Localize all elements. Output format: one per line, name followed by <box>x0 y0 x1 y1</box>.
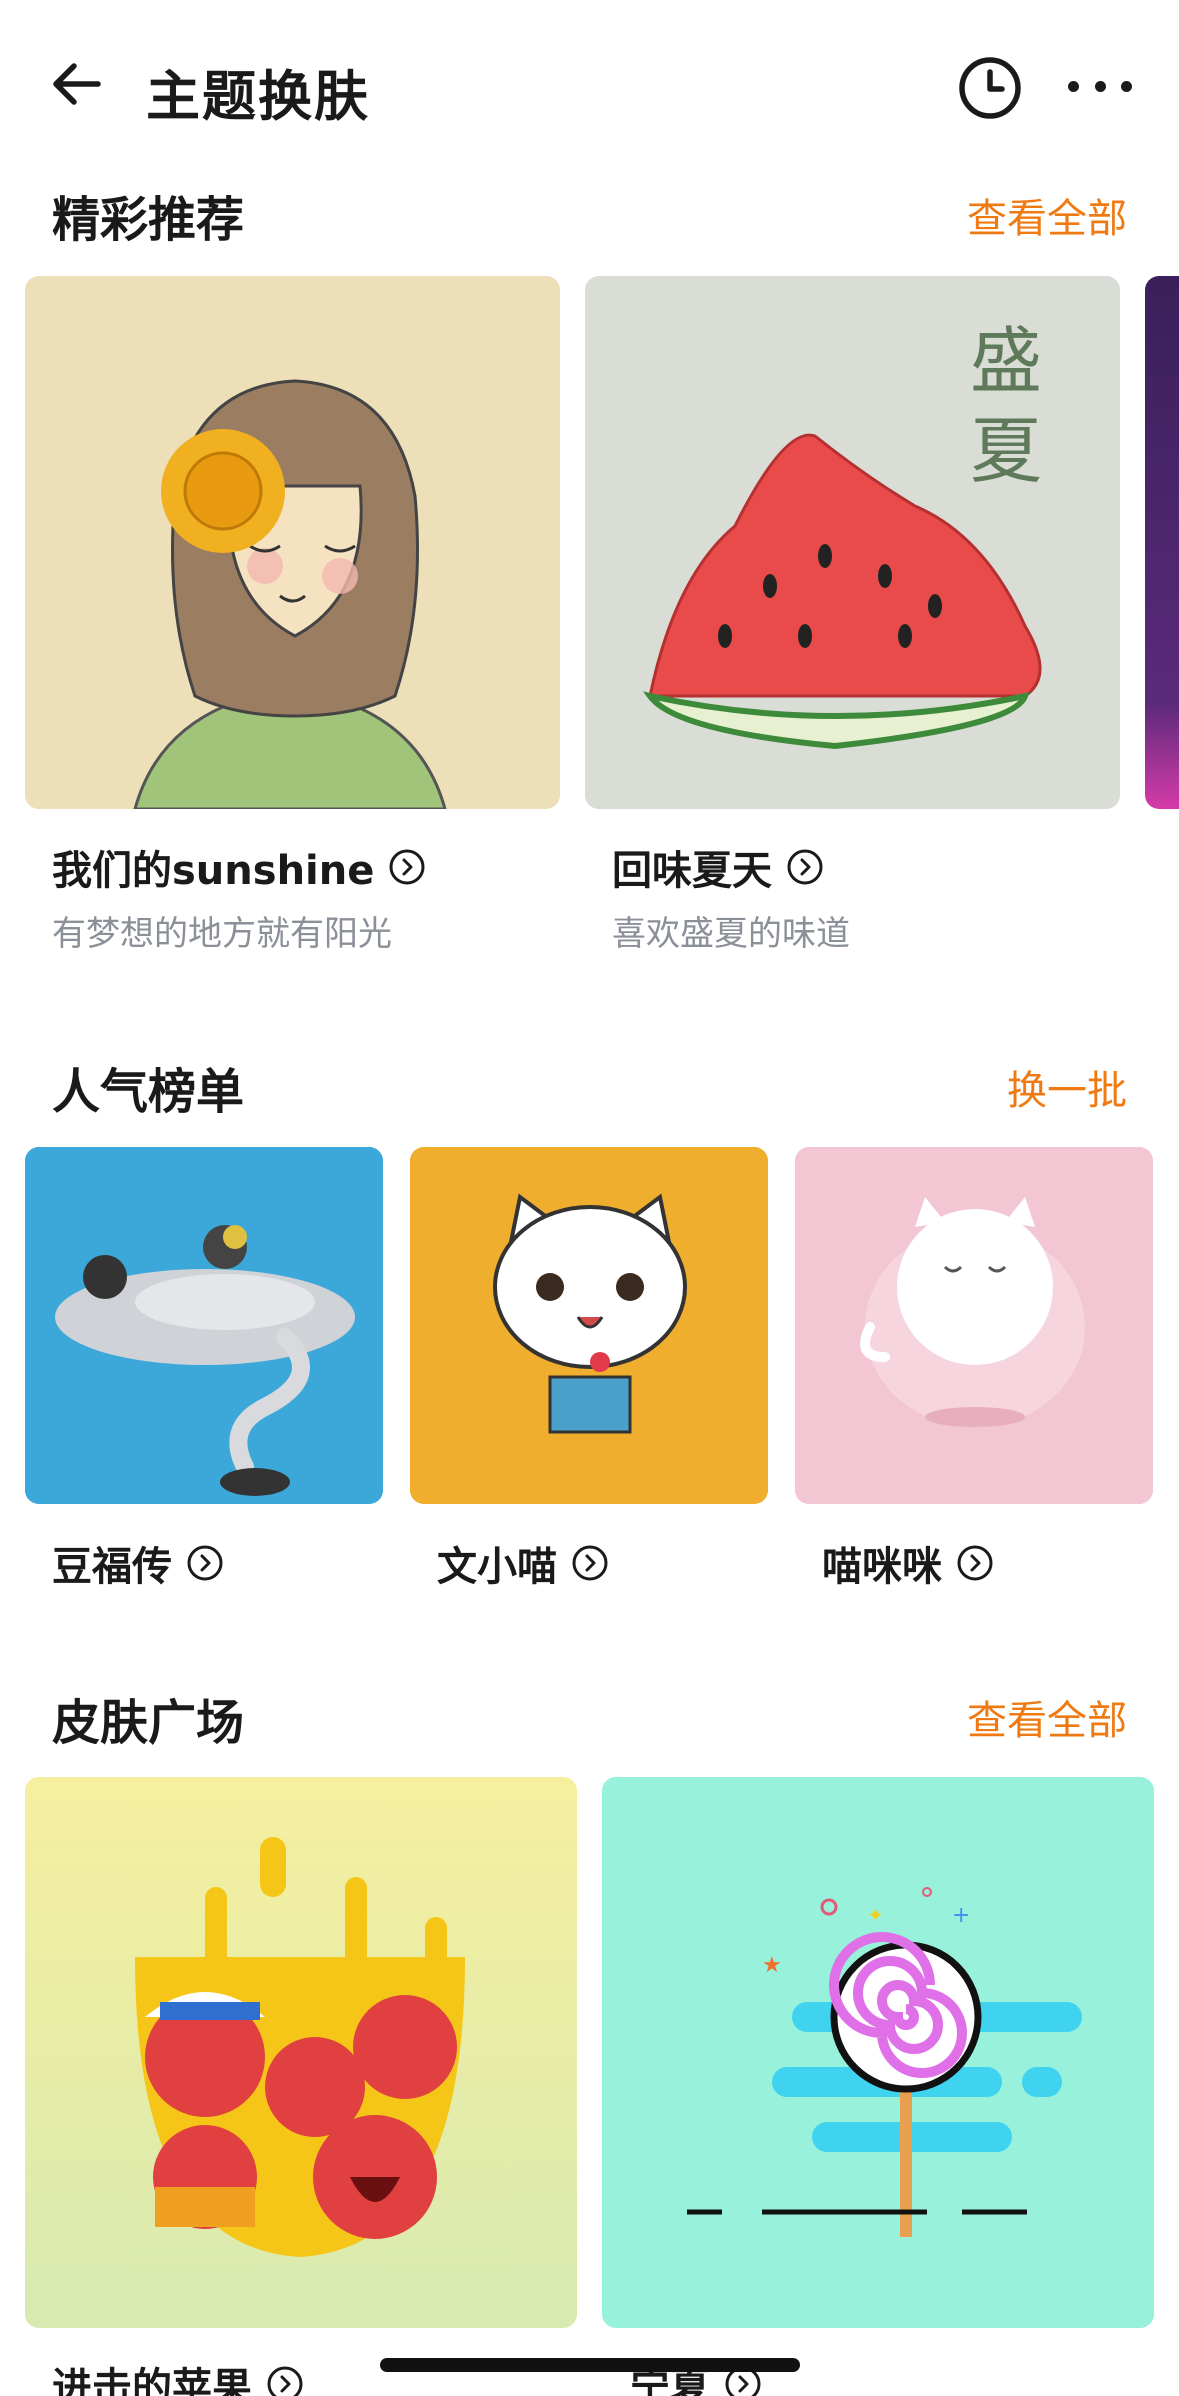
theme-name-sunshine[interactable]: 我们的sunshine <box>52 838 426 896</box>
ranking-refresh-link[interactable]: 换一批 <box>1007 1058 1127 1116</box>
summer-art-text-2: 夏 <box>970 409 1042 493</box>
ranking-section-title: 人气榜单 <box>52 1064 245 1120</box>
featured-view-all-link[interactable]: 查看全部 <box>967 186 1127 244</box>
lollipop-illustration: ★ ✦ + <box>602 1777 1154 2328</box>
theme-name-text: 豆福传 <box>52 1544 172 1590</box>
theme-name-summer[interactable]: 回味夏天 <box>612 838 824 896</box>
more-button[interactable] <box>1068 62 1132 110</box>
summer-art-text-1: 盛 <box>970 319 1042 403</box>
theme-desc-sunshine: 有梦想的地方就有阳光 <box>52 914 392 954</box>
theme-card-doufuchuan[interactable] <box>25 1147 383 1504</box>
theme-card-ningxia[interactable]: ★ ✦ + <box>602 1777 1154 2328</box>
cat-gift-illustration <box>410 1147 768 1504</box>
clock-icon <box>959 57 1021 119</box>
theme-name-text: 喵咪咪 <box>822 1544 942 1590</box>
more-dots-icon <box>1068 80 1079 92</box>
theme-name-miaomimi[interactable]: 喵咪咪 <box>822 1534 994 1592</box>
featured-section-title: 精彩推荐 <box>52 192 245 248</box>
dot <box>1094 80 1106 92</box>
back-button[interactable] <box>40 48 112 120</box>
white-cat-illustration <box>795 1147 1153 1504</box>
theme-card-apple[interactable] <box>25 1777 577 2328</box>
page-title: 主题换肤 <box>146 65 370 128</box>
circle-chevron-right-icon <box>389 849 425 885</box>
girl-sunflower-illustration <box>25 276 560 809</box>
theme-card-sunshine[interactable] <box>25 276 560 809</box>
theme-name-text: 我们的sunshine <box>52 848 375 894</box>
theme-card-miaomimi[interactable] <box>795 1147 1153 1504</box>
square-section-title: 皮肤广场 <box>52 1695 245 1751</box>
home-indicator[interactable] <box>380 2358 800 2372</box>
circle-chevron-right-icon <box>787 849 823 885</box>
square-view-all-link[interactable]: 查看全部 <box>967 1688 1127 1746</box>
theme-card-wenxiaomiao[interactable] <box>410 1147 768 1504</box>
svg-text:+: + <box>952 1903 970 1928</box>
theme-desc-summer: 喜欢盛夏的味道 <box>612 914 850 954</box>
circle-chevron-right-icon <box>957 1545 993 1581</box>
theme-name-text: 文小喵 <box>437 1544 557 1590</box>
dot <box>1121 80 1132 92</box>
theme-name-doufuchuan[interactable]: 豆福传 <box>52 1534 224 1592</box>
theme-name-text: 进击的苹果 <box>52 2365 252 2396</box>
circle-chevron-right-icon <box>187 1545 223 1581</box>
circle-chevron-right-icon <box>267 2366 303 2396</box>
svg-text:★: ★ <box>762 1953 782 1978</box>
top-bar: 主题换肤 <box>0 0 1179 170</box>
watermelon-illustration: 盛 夏 <box>585 276 1120 809</box>
theme-card-partial[interactable] <box>1145 276 1179 809</box>
theme-name-text: 回味夏天 <box>612 848 772 894</box>
circle-chevron-right-icon <box>572 1545 608 1581</box>
svg-text:✦: ✦ <box>867 1903 884 1927</box>
arrow-left-icon <box>53 63 101 105</box>
angry-apples-illustration <box>25 1777 577 2328</box>
theme-name-apple[interactable]: 进击的苹果 <box>52 2355 304 2396</box>
theme-card-summer[interactable]: 盛 夏 <box>585 276 1120 809</box>
cloud-illustration <box>25 1147 383 1504</box>
history-button[interactable] <box>954 52 1026 124</box>
theme-name-wenxiaomiao[interactable]: 文小喵 <box>437 1534 609 1592</box>
